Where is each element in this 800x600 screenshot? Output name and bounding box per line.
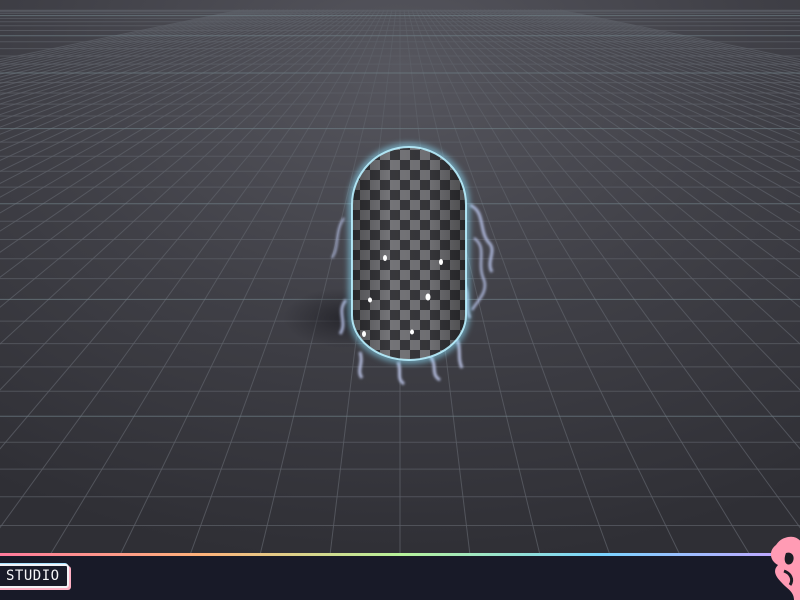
toolbar-gradient-strip — [0, 553, 800, 556]
studio-button[interactable]: STUDIO — [0, 564, 69, 588]
bottom-toolbar: STUDIO — [0, 553, 800, 600]
3d-viewport[interactable]: STUDIO — [0, 0, 800, 600]
studio-label: STUDIO — [6, 568, 60, 584]
pink-blob-logo-icon — [771, 536, 800, 600]
capsule-mesh[interactable] — [340, 140, 480, 370]
scene-canvas[interactable] — [0, 0, 800, 555]
